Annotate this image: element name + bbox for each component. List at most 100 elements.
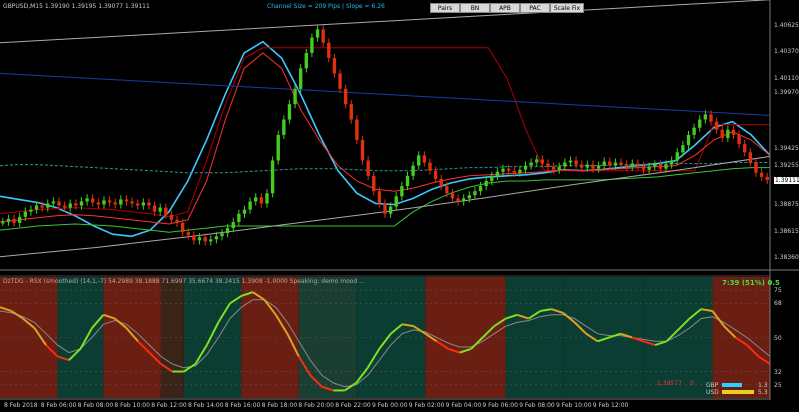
candle-body [473, 191, 477, 196]
candle-body [276, 134, 280, 161]
price-tick: 1.39425 [774, 144, 799, 152]
candle-body [490, 175, 494, 181]
candle-body [293, 88, 297, 105]
pac-button[interactable]: PAC [520, 3, 550, 13]
candle-body [29, 209, 33, 212]
candle-body [731, 129, 736, 135]
time-tick: 8 Feb 20:00 [298, 402, 334, 409]
candle-body [34, 205, 39, 210]
rsx-title: DzTDG - RSX (smoothed) (14,1,-7) 54.2989… [3, 278, 365, 285]
candle-body [574, 160, 578, 165]
candle-body [383, 203, 387, 214]
candle-body [343, 88, 348, 105]
candle-body [501, 168, 505, 172]
price-panel [0, 0, 771, 270]
candle-body [152, 205, 157, 212]
candle-body [523, 165, 528, 170]
candle-body [681, 145, 685, 153]
rsx-zone [183, 277, 242, 398]
candle-body [192, 235, 196, 241]
candle-body [439, 178, 443, 187]
candle-body [624, 164, 629, 167]
time-readout: 7:39 (51%) 0.5 [722, 279, 780, 287]
candle-body [411, 165, 415, 176]
time-tick: 8 Feb 08:00 [77, 402, 114, 409]
candle-body [636, 163, 640, 166]
time-tick: 9 Feb 12:00 [592, 402, 629, 409]
candle-body [759, 172, 764, 177]
candle-body [754, 162, 758, 173]
rsx-tick: 32 [774, 368, 782, 376]
rsx-zone [103, 277, 161, 398]
candle-body [686, 134, 691, 146]
candle-body [91, 198, 95, 203]
candle-body [214, 236, 219, 240]
candle-body [17, 216, 22, 223]
rsx-zone [298, 277, 357, 398]
rsx-tick: 25 [774, 381, 782, 389]
candle-body [332, 58, 337, 74]
candle-body [180, 222, 185, 233]
candle-body [46, 203, 50, 208]
bn-button[interactable]: BN [460, 3, 490, 13]
candle-body [360, 140, 365, 161]
candle-body [675, 152, 679, 161]
candle-body [282, 119, 286, 135]
candle-body [6, 218, 11, 222]
candle-body [602, 161, 606, 166]
time-tick: 9 Feb 04:00 [445, 402, 482, 409]
trading-chart[interactable] [0, 0, 799, 412]
candle-body [57, 201, 61, 206]
candle-body [765, 176, 769, 180]
candle-body [551, 166, 556, 170]
price-tick: 1.40110 [774, 74, 799, 82]
candle-body [726, 129, 730, 138]
candle-body [107, 200, 112, 203]
candle-body [433, 170, 438, 179]
meter-value-gbp: 1.3 [758, 382, 768, 389]
candle-body [478, 186, 483, 192]
scale-fix-button[interactable]: Scale Fix [550, 3, 584, 13]
candle-body [692, 127, 696, 135]
meter-label-usd: USD [706, 389, 719, 396]
candle-body [130, 201, 134, 204]
candle-body [596, 165, 601, 169]
price-tick: 1.40625 [774, 21, 799, 29]
candle-body [62, 205, 67, 208]
candle-body [506, 168, 511, 171]
candle-body [164, 207, 168, 215]
candle-body [327, 42, 331, 59]
price-tick: 1.39255 [774, 162, 799, 170]
candle-body [484, 180, 488, 187]
candle-body [748, 152, 753, 163]
time-tick: 8 Feb 18:00 [261, 402, 298, 409]
candle-body [141, 202, 146, 206]
candle-body [74, 203, 78, 206]
candle-body [580, 164, 584, 168]
candle-body [299, 68, 303, 89]
candle-body [737, 134, 741, 145]
candle-body [462, 198, 466, 202]
candle-body [720, 129, 724, 138]
price-tick: 1.38875 [774, 201, 799, 208]
candle-body [445, 186, 449, 194]
candle-body [417, 155, 421, 166]
candle-body [355, 119, 359, 140]
candle-body [422, 155, 427, 163]
time-tick: 8 Feb 10:00 [114, 402, 150, 409]
candle-body [231, 221, 235, 229]
time-tick: 8 Feb 06:00 [40, 402, 77, 409]
rsx-panel [0, 277, 771, 398]
apb-button[interactable]: APB [490, 3, 520, 13]
price-tick: 1.39970 [774, 88, 799, 96]
candle-body [209, 239, 213, 242]
candle-body [23, 211, 27, 217]
candle-body [40, 205, 44, 208]
pairs-button[interactable]: Pairs [430, 3, 460, 13]
price-tick: 1.40370 [774, 47, 799, 55]
price-tick: 1.38360 [774, 253, 799, 261]
candle-body [619, 162, 623, 165]
candle-body [467, 195, 471, 199]
candle-body [585, 164, 590, 168]
time-tick: 9 Feb 10:00 [556, 402, 592, 409]
